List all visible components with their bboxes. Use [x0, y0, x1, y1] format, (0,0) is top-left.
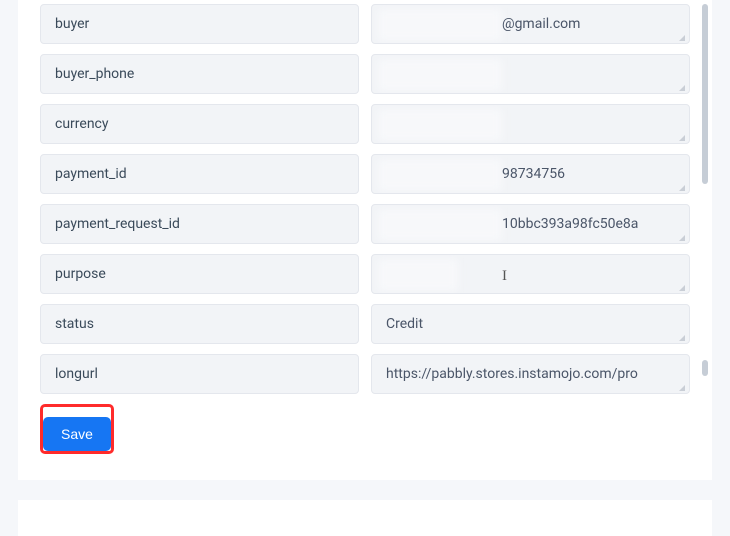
row-buyer-phone: buyer_phone — [40, 54, 690, 94]
row-currency: currency — [40, 104, 690, 144]
field-value: 98734756 — [386, 166, 565, 182]
value-status[interactable]: Credit — [371, 304, 690, 344]
field-label: payment_id — [55, 166, 127, 182]
form-card: buyer @gmail.com buyer_phone currency pa… — [18, 0, 712, 480]
field-label: longurl — [55, 366, 98, 382]
value-buyer-phone[interactable] — [371, 54, 690, 94]
save-button-highlight: Save — [40, 404, 114, 454]
field-label: status — [55, 316, 94, 332]
save-button[interactable]: Save — [43, 417, 111, 451]
label-buyer-phone: buyer_phone — [40, 54, 359, 94]
row-payment-id: payment_id 98734756 — [40, 154, 690, 194]
value-payment-request-id[interactable]: 10bbc393a98fc50e8a — [371, 204, 690, 244]
field-label: payment_request_id — [55, 216, 180, 232]
field-value: https://pabbly.stores.instamojo.com/pro — [386, 366, 638, 382]
field-value: 10bbc393a98fc50e8a — [386, 216, 638, 232]
field-value: @gmail.com — [386, 16, 580, 32]
label-payment-id: payment_id — [40, 154, 359, 194]
field-value: Credit — [386, 316, 423, 332]
scrollbar-thumb[interactable] — [702, 4, 708, 184]
redaction-blur — [378, 259, 458, 291]
value-purpose[interactable]: I — [371, 254, 690, 294]
row-longurl: longurl https://pabbly.stores.instamojo.… — [40, 354, 690, 394]
label-purpose: purpose — [40, 254, 359, 294]
label-currency: currency — [40, 104, 359, 144]
field-label: buyer — [55, 16, 89, 32]
value-payment-id[interactable]: 98734756 — [371, 154, 690, 194]
redaction-blur — [378, 59, 502, 91]
value-longurl[interactable]: https://pabbly.stores.instamojo.com/pro — [371, 354, 690, 394]
label-longurl: longurl — [40, 354, 359, 394]
label-payment-request-id: payment_request_id — [40, 204, 359, 244]
row-status: status Credit — [40, 304, 690, 344]
field-label: currency — [55, 116, 109, 132]
field-label: purpose — [55, 266, 106, 282]
row-buyer: buyer @gmail.com — [40, 4, 690, 44]
redaction-blur — [378, 109, 502, 141]
value-buyer[interactable]: @gmail.com — [371, 4, 690, 44]
label-buyer: buyer — [40, 4, 359, 44]
row-purpose: purpose I — [40, 254, 690, 294]
value-currency[interactable] — [371, 104, 690, 144]
row-payment-request-id: payment_request_id 10bbc393a98fc50e8a — [40, 204, 690, 244]
scrollbar-thumb-lower[interactable] — [702, 360, 708, 376]
label-status: status — [40, 304, 359, 344]
text-cursor-icon: I — [502, 268, 503, 282]
field-label: buyer_phone — [55, 66, 134, 82]
next-card — [18, 500, 712, 536]
